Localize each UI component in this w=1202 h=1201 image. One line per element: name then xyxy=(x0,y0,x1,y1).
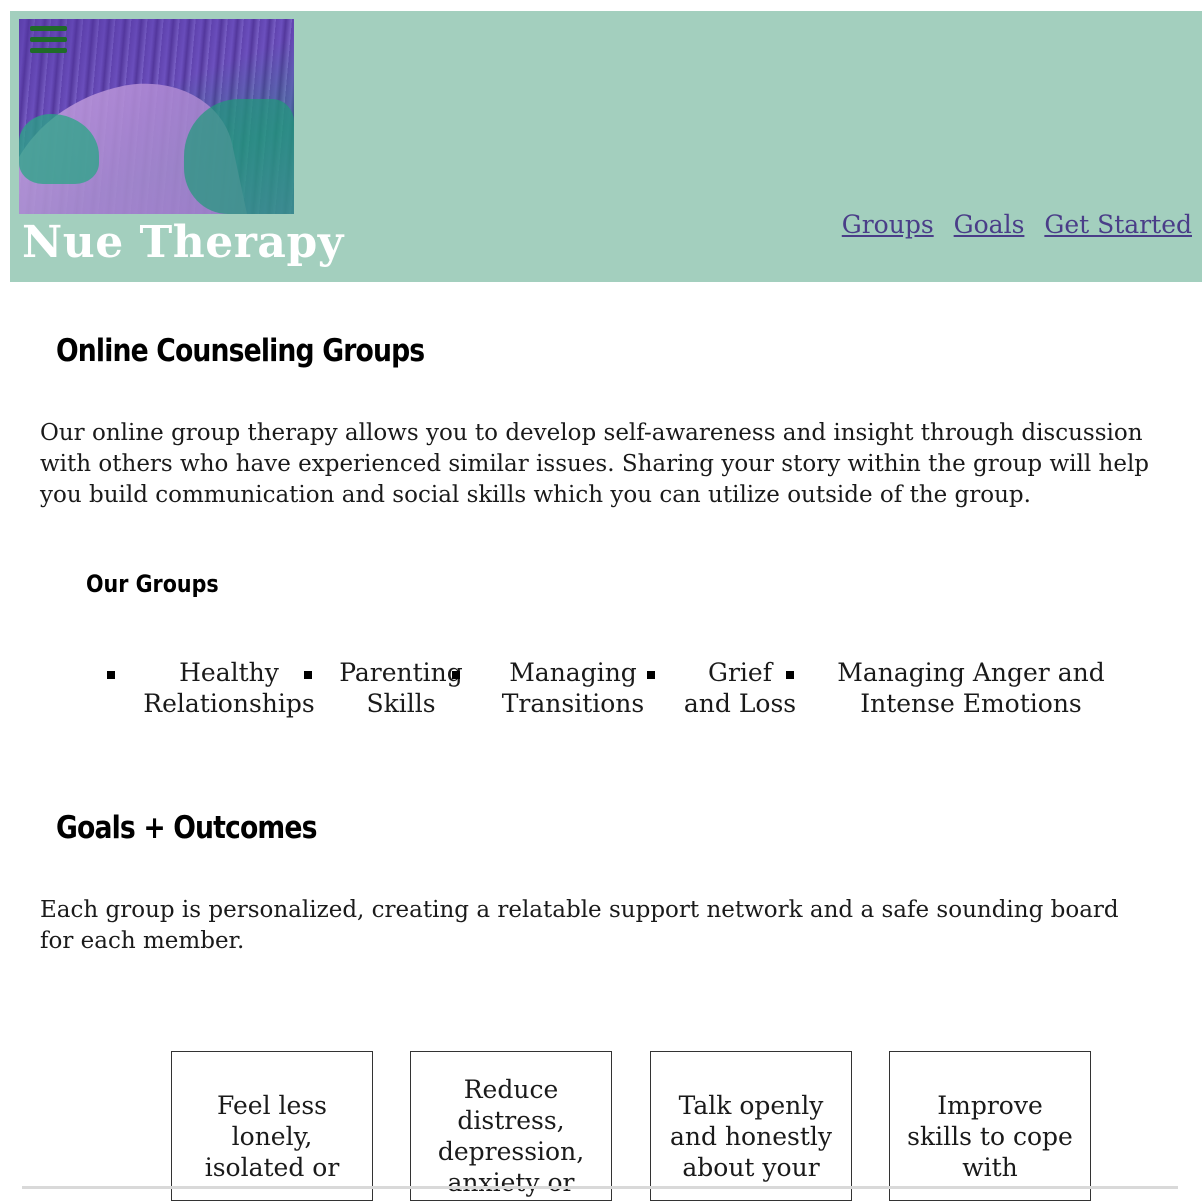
goals-description: Each group is personalized, creating a r… xyxy=(40,897,1119,954)
section-subtitle-our-groups: Our Groups xyxy=(86,570,219,598)
group-item-healthy-relationships: Healthy Relationships xyxy=(136,657,322,719)
goal-card-line: Talk openly xyxy=(678,1091,824,1120)
group-item-grief-and-loss: Grief and Loss xyxy=(677,657,803,719)
list-bullet xyxy=(786,671,794,679)
group-item-line: and Loss xyxy=(683,689,797,718)
group-item-line: Healthy xyxy=(179,658,279,687)
goal-card-line: distress, xyxy=(457,1106,565,1135)
goal-card-line: anxiety or xyxy=(447,1168,575,1197)
group-item-line: Parenting xyxy=(339,658,463,687)
goal-card-line: lonely, xyxy=(231,1122,313,1151)
group-item-line: Transitions xyxy=(501,689,645,718)
group-item-line: Relationships xyxy=(143,689,315,718)
goal-card: Reduce distress, depression, anxiety or xyxy=(410,1051,612,1201)
list-bullet xyxy=(107,671,115,679)
goal-card-line: Improve xyxy=(937,1091,1043,1120)
section-title-groups: Online Counseling Groups xyxy=(56,333,425,369)
menu-icon-bar xyxy=(30,26,67,31)
hero-grass-right xyxy=(184,99,294,214)
goal-card: Feel less lonely, isolated or xyxy=(171,1051,373,1201)
section-title-goals: Goals + Outcomes xyxy=(56,810,317,846)
group-item-line: Intense Emotions xyxy=(860,689,1082,718)
main-nav: Groups Goals Get Started xyxy=(830,210,1192,239)
group-item-line: Managing Anger and xyxy=(837,658,1105,687)
brand-title: Nue Therapy xyxy=(22,217,344,268)
groups-list: Healthy Relationships Parenting Skills M… xyxy=(0,657,1202,727)
goal-card: Improve skills to cope with xyxy=(889,1051,1091,1201)
group-item-parenting-skills: Parenting Skills xyxy=(336,657,466,719)
group-item-managing-transitions: Managing Transitions xyxy=(493,657,653,719)
goal-card-line: and honestly xyxy=(670,1122,832,1151)
group-item-managing-anger: Managing Anger and Intense Emotions xyxy=(836,657,1106,719)
goal-card-line: depression, xyxy=(437,1137,585,1166)
goal-card-line: with xyxy=(962,1153,1018,1182)
group-item-line: Grief xyxy=(708,658,772,687)
group-item-line: Managing xyxy=(509,658,637,687)
groups-description: Our online group therapy allows you to d… xyxy=(40,420,1150,508)
menu-icon-bar xyxy=(30,48,67,53)
goal-card-line: Feel less xyxy=(217,1091,327,1120)
goal-card-line: skills to cope xyxy=(907,1122,1073,1151)
goal-card: Talk openly and honestly about your xyxy=(650,1051,852,1201)
menu-icon[interactable] xyxy=(30,26,67,58)
nav-link-groups[interactable]: Groups xyxy=(842,210,934,239)
group-item-line: Skills xyxy=(366,689,436,718)
site-header: Nue Therapy Groups Goals Get Started xyxy=(10,11,1202,282)
nav-link-get-started[interactable]: Get Started xyxy=(1044,210,1192,239)
hero-image-forest-path xyxy=(19,19,294,214)
nav-link-goals[interactable]: Goals xyxy=(954,210,1025,239)
goal-card-line: about your xyxy=(682,1153,820,1182)
list-bullet xyxy=(452,671,460,679)
list-bullet xyxy=(304,671,312,679)
goal-card-line: Reduce xyxy=(463,1075,559,1104)
menu-icon-bar xyxy=(30,37,67,42)
list-bullet xyxy=(647,671,655,679)
goal-card-line: isolated or xyxy=(204,1153,340,1182)
